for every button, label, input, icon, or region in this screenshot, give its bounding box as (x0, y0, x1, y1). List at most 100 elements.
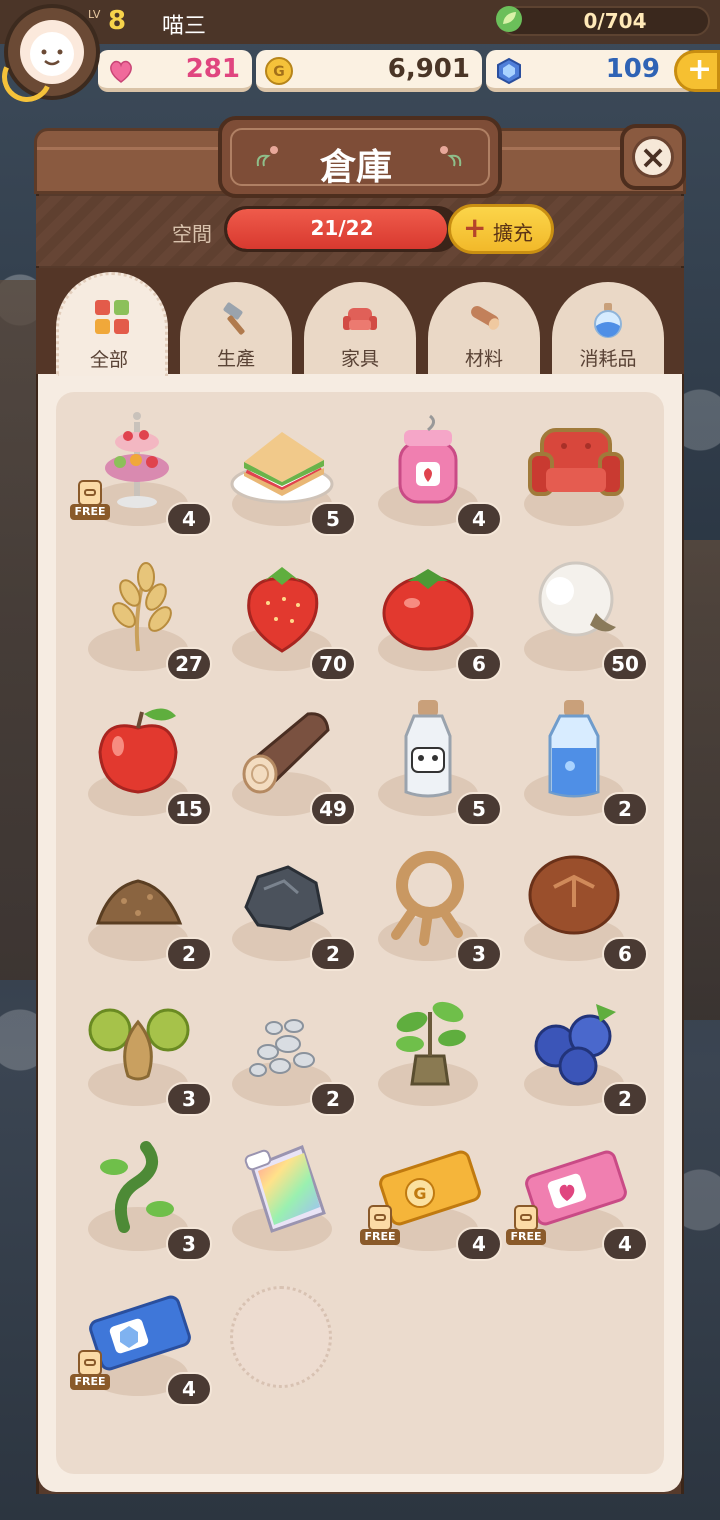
water-bottle-icon (548, 700, 600, 798)
inventory-item[interactable]: 27 (70, 543, 212, 683)
inventory-item[interactable]: G FREE 4 (360, 1123, 502, 1263)
tab-label: 消耗品 (579, 348, 637, 370)
soil-pile-icon (95, 879, 183, 925)
pebbles-icon (249, 1019, 315, 1077)
item-quantity: 6 (602, 937, 648, 971)
inventory-item[interactable]: 50 (506, 543, 648, 683)
inventory-item[interactable]: 3 (360, 833, 502, 973)
free-label: FREE (70, 504, 110, 520)
player-avatar-button[interactable] (4, 4, 100, 100)
coal-icon (244, 865, 324, 931)
item-quantity: 2 (602, 1082, 648, 1116)
free-badge: FREE (360, 1205, 400, 1251)
gold-counter[interactable]: G 6,901 (256, 50, 482, 92)
hearts-value: 281 (185, 54, 240, 84)
inventory-item[interactable]: 2 (70, 833, 212, 973)
inventory-item[interactable]: 4 (360, 398, 502, 538)
item-quantity: 3 (166, 1082, 212, 1116)
jar-icon (78, 1350, 102, 1376)
inventory-item[interactable]: 2 (506, 688, 648, 828)
log-icon (471, 306, 500, 330)
red-sofa-icon (528, 428, 624, 496)
inventory-item[interactable]: 3 (70, 978, 212, 1118)
tab-label: 家具 (340, 348, 379, 370)
player-level: 8 (108, 6, 127, 36)
inventory-item[interactable] (214, 1123, 354, 1263)
item-quantity: 6 (456, 647, 502, 681)
potion-icon (594, 303, 622, 338)
inventory-item[interactable]: 2 (214, 833, 356, 973)
inventory-item[interactable]: 5 (360, 688, 502, 828)
capacity-value: 21/22 (310, 216, 374, 240)
free-badge: FREE (70, 1350, 110, 1396)
tomato-icon (382, 569, 474, 651)
flourish-icon (440, 146, 462, 167)
inventory-item[interactable]: FREE 4 (70, 1268, 212, 1408)
tab-label: 材料 (464, 348, 503, 370)
item-quantity: 3 (166, 1227, 212, 1261)
expand-button[interactable]: + 擴充 (448, 204, 554, 254)
armchair-icon (343, 308, 377, 330)
svg-text:G: G (413, 1184, 426, 1203)
inventory-item[interactable] (506, 398, 646, 538)
inventory-item[interactable]: 15 (70, 688, 212, 828)
gem-icon (497, 57, 521, 85)
free-label: FREE (70, 1374, 110, 1390)
buy-gems-button[interactable]: + (674, 50, 720, 92)
inventory-item[interactable]: 5 (214, 398, 356, 538)
bread-icon (528, 855, 620, 935)
gems-counter[interactable]: 109 (486, 50, 696, 92)
item-quantity: 70 (310, 647, 356, 681)
inventory-item[interactable]: FREE 4 (506, 1123, 648, 1263)
face-icon (30, 32, 74, 76)
heart-icon (110, 60, 132, 83)
tab-label: 全部 (89, 349, 128, 371)
inventory-item[interactable]: 3 (70, 1123, 212, 1263)
sandwich-icon (230, 432, 334, 504)
strawberry-jam-icon (398, 414, 458, 504)
inventory-item[interactable] (360, 978, 500, 1118)
item-quantity: 5 (310, 502, 356, 536)
inventory-item[interactable]: 2 (214, 978, 356, 1118)
inventory-item[interactable]: 2 (506, 978, 648, 1118)
milk-bottle-icon (404, 700, 452, 798)
grid-icon (95, 300, 129, 334)
jar-icon (78, 480, 102, 506)
jar-icon (514, 1205, 538, 1231)
close-icon: × (639, 138, 667, 176)
exp-value: 0/704 (583, 9, 647, 33)
gems-value: 109 (605, 54, 660, 84)
inventory-item[interactable]: 6 (360, 543, 502, 683)
inventory-item[interactable]: 49 (214, 688, 356, 828)
empty-slot (230, 1286, 332, 1388)
leaf-exp-icon (496, 6, 522, 32)
item-quantity: 2 (310, 1082, 356, 1116)
item-quantity: 2 (602, 792, 648, 826)
item-quantity: 4 (456, 502, 502, 536)
inventory-item[interactable]: 70 (214, 543, 356, 683)
hearts-counter[interactable]: 281 (98, 50, 252, 92)
item-quantity: 50 (602, 647, 648, 681)
free-badge: FREE (506, 1205, 546, 1251)
tab-label: 生產 (216, 348, 255, 370)
avatar (20, 20, 84, 84)
sapling-icon (396, 1001, 466, 1086)
svg-text:G: G (273, 64, 285, 80)
inventory-item[interactable]: 6 (506, 833, 648, 973)
space-label: 空間 (172, 222, 212, 246)
gold-value: 6,901 (387, 54, 470, 84)
item-quantity: 2 (310, 937, 356, 971)
plus-icon: + (687, 52, 713, 87)
tab-all[interactable]: 全部 (56, 272, 168, 376)
item-quantity: 2 (166, 937, 212, 971)
resource-bar: 281 G 6,901 109 (0, 50, 720, 94)
free-label: FREE (360, 1229, 400, 1245)
item-quantity: 3 (456, 937, 502, 971)
close-button[interactable]: × (620, 124, 686, 190)
wheat-icon (112, 562, 172, 652)
blueberry-icon (534, 1004, 616, 1086)
inventory-item[interactable]: FREE 4 (70, 398, 212, 538)
item-quantity: 49 (310, 792, 356, 826)
item-quantity: 15 (166, 792, 212, 826)
player-name: 喵三 (162, 14, 207, 39)
